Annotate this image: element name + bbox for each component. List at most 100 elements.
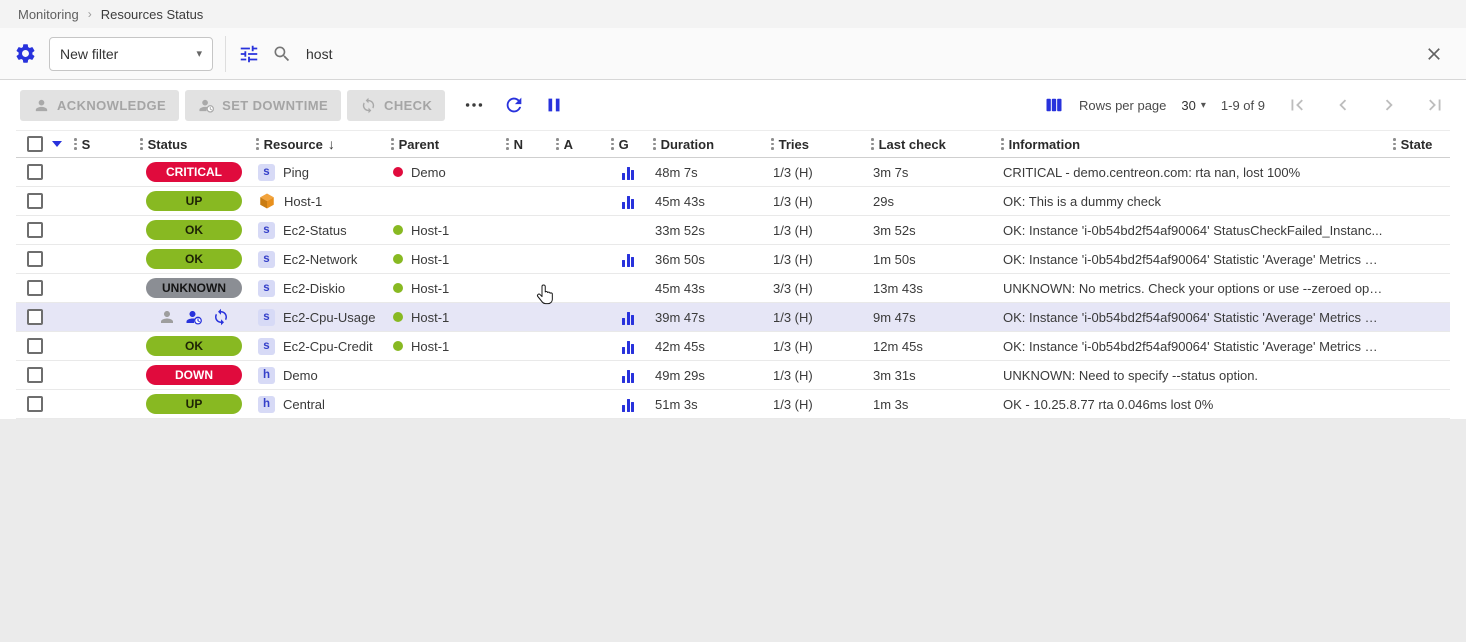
row-checkbox[interactable]	[27, 251, 43, 267]
last-page-icon[interactable]	[1424, 94, 1446, 116]
row-checkbox[interactable]	[27, 280, 43, 296]
settings-gear-icon[interactable]	[14, 42, 37, 65]
row-checkbox[interactable]	[27, 222, 43, 238]
resource-cell: hCentral	[252, 390, 387, 419]
breadcrumb-monitoring[interactable]: Monitoring	[18, 7, 79, 22]
table-row[interactable]: sEc2-Cpu-UsageHost-139m 47s1/3 (H)9m 47s…	[16, 303, 1450, 332]
search-input[interactable]	[306, 46, 1412, 62]
information-cell: OK: Instance 'i-0b54bd2f54af90064' Statu…	[997, 216, 1389, 245]
column-menu-icon[interactable]	[999, 138, 1006, 150]
state-cell	[1389, 187, 1450, 216]
graph-icon[interactable]	[622, 370, 634, 383]
resource-cell: sEc2-Diskio	[252, 274, 387, 303]
table-row[interactable]: OKsEc2-NetworkHost-136m 50s1/3 (H)1m 50s…	[16, 245, 1450, 274]
filter-preset-select[interactable]: New filter ▾	[49, 37, 213, 71]
resource-cell: Host-1	[252, 187, 387, 216]
selection-menu-caret-icon[interactable]	[52, 141, 62, 147]
last-check-cell: 12m 45s	[867, 332, 997, 361]
table-row[interactable]: CRITICALsPingDemo48m 7s1/3 (H)3m 7sCRITI…	[16, 158, 1450, 187]
acknowledge-label: ACKNOWLEDGE	[57, 98, 166, 113]
graph-icon[interactable]	[622, 254, 634, 267]
column-label: Resource	[264, 137, 323, 152]
column-header-n[interactable]: N	[504, 137, 550, 152]
clear-search-icon[interactable]	[1424, 44, 1444, 64]
row-checkbox[interactable]	[27, 164, 43, 180]
graph-cell	[607, 303, 649, 332]
duration-cell: 36m 50s	[649, 245, 767, 274]
column-header-last[interactable]: Last check	[869, 137, 995, 152]
column-header-state[interactable]: State	[1391, 137, 1448, 152]
check-label: CHECK	[384, 98, 432, 113]
table-row[interactable]: OKsEc2-Cpu-CreditHost-142m 45s1/3 (H)12m…	[16, 332, 1450, 361]
severity-cell	[70, 274, 136, 303]
column-menu-icon[interactable]	[651, 138, 658, 150]
tune-filters-icon[interactable]	[238, 43, 260, 65]
column-menu-icon[interactable]	[504, 138, 511, 150]
graph-icon[interactable]	[622, 167, 634, 180]
last-check-cell: 1m 3s	[867, 390, 997, 419]
column-header-s[interactable]: S	[72, 137, 134, 152]
column-menu-icon[interactable]	[389, 138, 396, 150]
refresh-icon[interactable]	[503, 94, 525, 116]
check-button[interactable]: CHECK	[347, 90, 445, 121]
table-row[interactable]: UNKNOWNsEc2-DiskioHost-145m 43s3/3 (H)13…	[16, 274, 1450, 303]
row-checkbox[interactable]	[27, 396, 43, 412]
graph-icon[interactable]	[622, 341, 634, 354]
action-url-cell	[552, 216, 607, 245]
parent-cell: Host-1	[387, 274, 502, 303]
state-cell	[1389, 158, 1450, 187]
column-header-g[interactable]: G	[609, 137, 647, 152]
column-header-status[interactable]: Status	[138, 137, 250, 152]
next-page-icon[interactable]	[1378, 94, 1400, 116]
prev-page-icon[interactable]	[1332, 94, 1354, 116]
action-toolbar: ACKNOWLEDGE SET DOWNTIME CHECK	[0, 80, 1466, 130]
breadcrumb-resources-status[interactable]: Resources Status	[101, 7, 204, 22]
first-page-icon[interactable]	[1286, 94, 1308, 116]
resource-cell: hDemo	[252, 361, 387, 390]
status-cell: OK	[136, 332, 252, 361]
table-row[interactable]: UPhCentral51m 3s1/3 (H)1m 3sOK - 10.25.8…	[16, 390, 1450, 419]
graph-cell	[607, 361, 649, 390]
column-header-a[interactable]: A	[554, 137, 605, 152]
column-menu-icon[interactable]	[554, 138, 561, 150]
status-state-icons	[136, 308, 252, 326]
edit-columns-icon[interactable]	[1044, 95, 1064, 115]
column-header-resource[interactable]: Resource↓	[254, 136, 385, 152]
pause-autorefresh-icon[interactable]	[543, 94, 565, 116]
column-menu-icon[interactable]	[254, 138, 261, 150]
column-menu-icon[interactable]	[869, 138, 876, 150]
set-downtime-button[interactable]: SET DOWNTIME	[185, 90, 341, 121]
severity-cell	[70, 303, 136, 332]
column-header-parent[interactable]: Parent	[389, 137, 500, 152]
column-header-tries[interactable]: Tries	[769, 137, 865, 152]
column-menu-icon[interactable]	[138, 138, 145, 150]
resource-name: Ec2-Network	[283, 252, 357, 267]
column-header-duration[interactable]: Duration	[651, 137, 765, 152]
row-checkbox[interactable]	[27, 193, 43, 209]
graph-icon[interactable]	[622, 399, 634, 412]
table-row[interactable]: OKsEc2-StatusHost-133m 52s1/3 (H)3m 52sO…	[16, 216, 1450, 245]
column-menu-icon[interactable]	[72, 138, 79, 150]
acknowledge-button[interactable]: ACKNOWLEDGE	[20, 90, 179, 121]
graph-icon[interactable]	[622, 196, 634, 209]
state-cell	[1389, 361, 1450, 390]
row-checkbox[interactable]	[27, 338, 43, 354]
column-header-info[interactable]: Information	[999, 137, 1387, 152]
graph-icon[interactable]	[622, 312, 634, 325]
filter-preset-value: New filter	[60, 46, 118, 62]
table-row[interactable]: UPHost-145m 43s1/3 (H)29sOK: This is a d…	[16, 187, 1450, 216]
select-all-checkbox[interactable]	[27, 136, 43, 152]
parent-status-dot	[393, 341, 403, 351]
row-checkbox[interactable]	[27, 367, 43, 383]
table-row[interactable]: DOWNhDemo49m 29s1/3 (H)3m 31sUNKNOWN: Ne…	[16, 361, 1450, 390]
duration-cell: 45m 43s	[649, 274, 767, 303]
column-menu-icon[interactable]	[1391, 138, 1398, 150]
tries-cell: 1/3 (H)	[767, 332, 867, 361]
row-checkbox[interactable]	[27, 309, 43, 325]
rows-per-page-select[interactable]: 30 ▾	[1181, 98, 1206, 113]
notes-cell	[502, 216, 552, 245]
status-cell: DOWN	[136, 361, 252, 390]
more-actions-icon[interactable]	[463, 94, 485, 116]
column-menu-icon[interactable]	[609, 138, 616, 150]
column-menu-icon[interactable]	[769, 138, 776, 150]
